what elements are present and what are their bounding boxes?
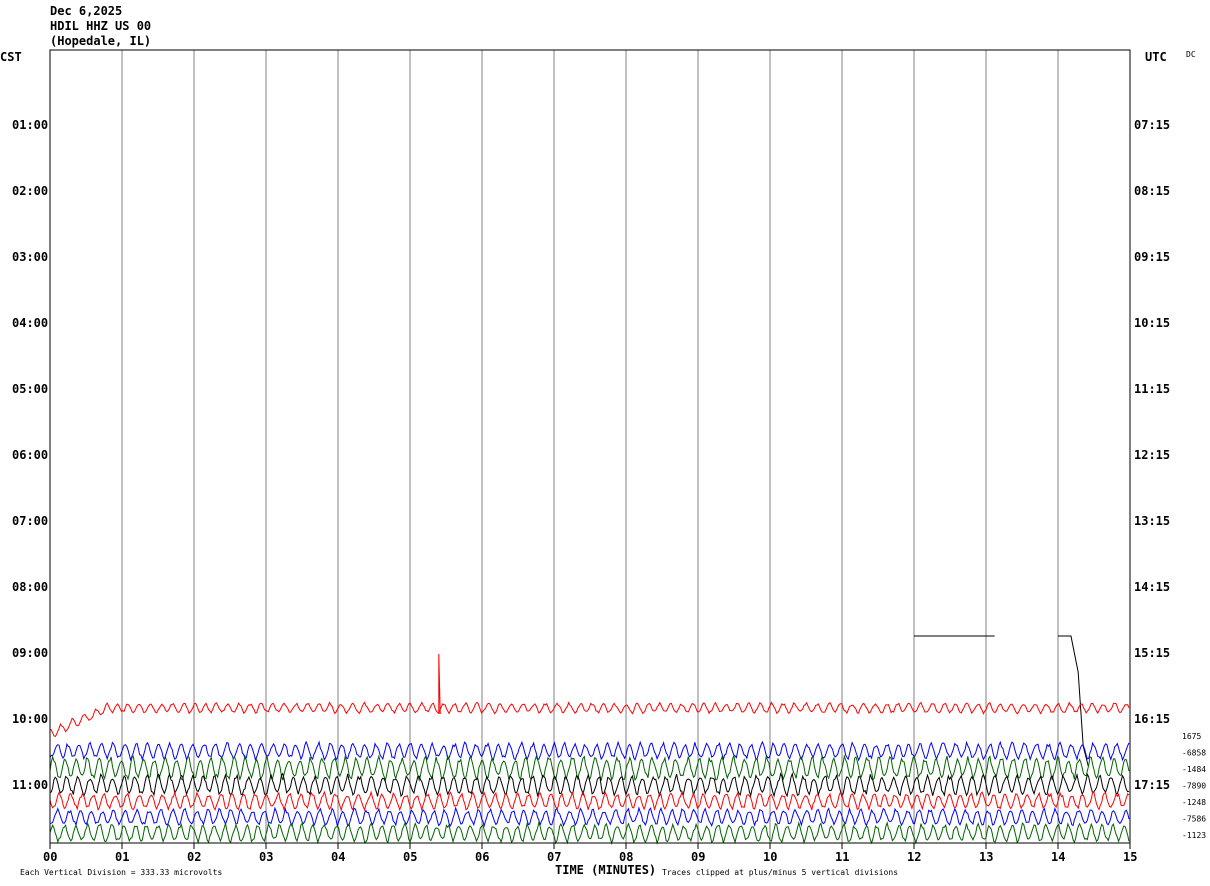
trace-1000: [49, 701, 1130, 738]
right-hour-label: 11:15: [1134, 382, 1170, 396]
x-tick-11: 11: [835, 850, 849, 864]
x-tick-13: 13: [979, 850, 993, 864]
right-hour-label: 13:15: [1134, 514, 1170, 528]
trace-1045: [49, 754, 1130, 783]
left-hour-label: 06:00: [12, 448, 48, 462]
x-tick-08: 08: [619, 850, 633, 864]
right-value-label: -1484: [1182, 765, 1206, 774]
plot-frame: [49, 49, 1131, 844]
right-hour-label: 08:15: [1134, 184, 1170, 198]
x-tick-09: 09: [691, 850, 705, 864]
right-hour-label: 10:15: [1134, 316, 1170, 330]
right-value-label: -1123: [1182, 831, 1206, 840]
x-tick-14: 14: [1051, 850, 1065, 864]
trace-1130: [49, 806, 1130, 828]
left-hour-label: 09:00: [12, 646, 48, 660]
right-value-label: -7586: [1182, 815, 1206, 824]
x-tick-03: 03: [259, 850, 273, 864]
trace-1100: [49, 772, 1130, 798]
right-value-label: -1248: [1182, 798, 1206, 807]
x-tick-06: 06: [475, 850, 489, 864]
left-axis-title: CST: [0, 50, 22, 64]
right-value-label: -7890: [1182, 782, 1206, 791]
right-hour-label: 15:15: [1134, 646, 1170, 660]
x-tick-15: 15: [1123, 850, 1137, 864]
axis-labels: 00 01 02 03 04 05 06 07 08 09 10 11 12 13 14 15 01:00 02:…: [12, 118, 1206, 864]
x-axis-label: TIME (MINUTES): [555, 863, 656, 877]
scale-note: Each Vertical Division = 333.33 microvol…: [20, 868, 222, 877]
right-hour-label: 12:15: [1134, 448, 1170, 462]
left-hour-label: 03:00: [12, 250, 48, 264]
corner-tag: DC: [1186, 50, 1196, 59]
x-tick-01: 01: [115, 850, 129, 864]
helicorder-chart: 00 01 02 03 04 05 06 07 08 09 10 11 12 13 14 15 01:00 02:…: [0, 49, 1206, 877]
left-hour-label: 02:00: [12, 184, 48, 198]
traces: [49, 635, 1130, 846]
x-tick-05: 05: [403, 850, 417, 864]
right-hour-label: 09:15: [1134, 250, 1170, 264]
right-value-label: -6858: [1182, 749, 1206, 758]
x-tick-07: 07: [547, 850, 561, 864]
x-tick-10: 10: [763, 850, 777, 864]
left-hour-label: 01:00: [12, 118, 48, 132]
right-value-label: 1675: [1182, 732, 1201, 741]
grid: [121, 50, 1059, 843]
right-hour-label: 17:15: [1134, 778, 1170, 792]
left-hour-label: 07:00: [12, 514, 48, 528]
left-hour-label: 08:00: [12, 580, 48, 594]
right-axis-title: UTC: [1145, 50, 1167, 64]
trace-1000-spike: [438, 653, 441, 715]
x-tick-12: 12: [907, 850, 921, 864]
right-hour-label: 16:15: [1134, 712, 1170, 726]
left-hour-label: 11:00: [12, 778, 48, 792]
x-tick-00: 00: [43, 850, 57, 864]
x-tick-02: 02: [187, 850, 201, 864]
left-hour-label: 04:00: [12, 316, 48, 330]
left-hour-label: 05:00: [12, 382, 48, 396]
clip-note: Traces clipped at plus/minus 5 vertical …: [662, 868, 898, 877]
right-hour-label: 14:15: [1134, 580, 1170, 594]
left-hour-label: 10:00: [12, 712, 48, 726]
x-tick-04: 04: [331, 850, 345, 864]
trace-1145: [49, 821, 1130, 846]
right-hour-label: 07:15: [1134, 118, 1170, 132]
